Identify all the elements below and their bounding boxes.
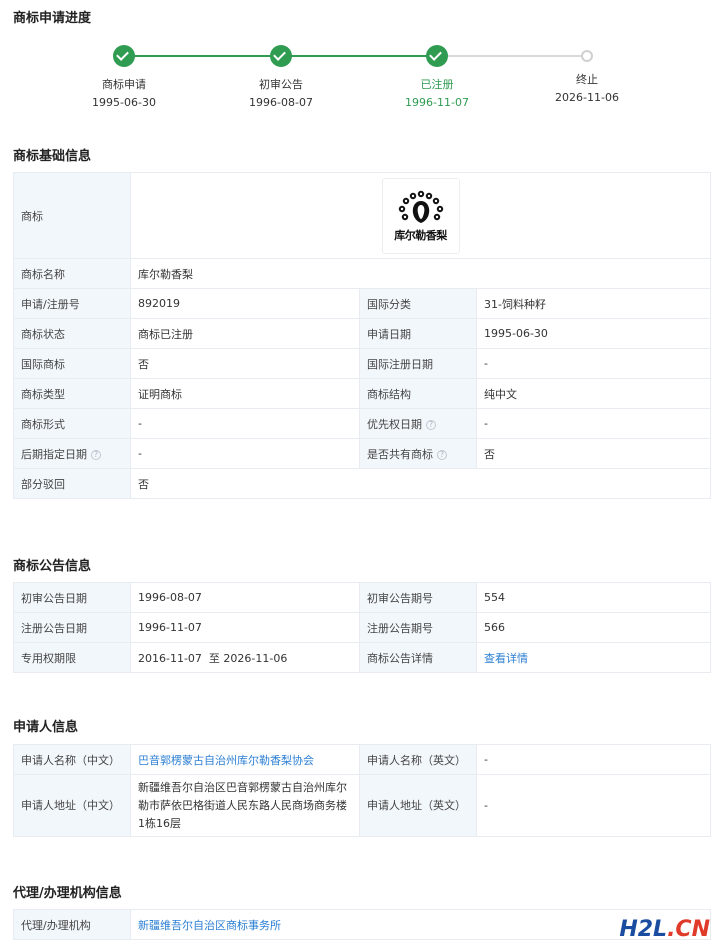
form-key: 商标形式	[13, 408, 131, 439]
notice-info-table: 初审公告日期 1996-08-07 初审公告期号 554 注册公告日期 1996…	[13, 582, 711, 673]
name-en-key: 申请人名称（英文）	[359, 744, 477, 775]
structure-value: 纯中文	[476, 378, 711, 409]
apply-date-key: 申请日期	[359, 318, 477, 349]
first-no-key: 初审公告期号	[359, 582, 477, 613]
addr-cn-key: 申请人地址（中文）	[13, 774, 131, 837]
name-key: 商标名称	[13, 258, 131, 289]
step-label: 终止	[576, 73, 598, 86]
reg-no-value: 566	[476, 612, 711, 643]
type-key: 商标类型	[13, 378, 131, 409]
step-date: 1996-11-07	[405, 96, 469, 109]
name-cn-cell: 巴音郭楞蒙古自治州库尔勒香梨协会	[130, 744, 360, 775]
logo-cell: 库尔勒香梨	[130, 172, 711, 259]
later-key-label: 后期指定日期	[21, 447, 87, 461]
apply-date-value: 1995-06-30	[476, 318, 711, 349]
status-key: 商标状态	[13, 318, 131, 349]
logo-key: 商标	[13, 172, 131, 259]
period-key: 专用权期限	[13, 642, 131, 673]
watermark-logo: H2L.CN	[619, 917, 710, 942]
pending-dot-icon	[581, 50, 593, 62]
step-application: 商标申请 1995-06-30	[54, 40, 194, 110]
name-value: 库尔勒香梨	[130, 258, 711, 289]
reg-no-value: 892019	[130, 288, 360, 319]
step-preliminary: 初审公告 1996-08-07	[211, 40, 351, 110]
intl-date-value: -	[476, 348, 711, 379]
applicant-name-link[interactable]: 巴音郭楞蒙古自治州库尔勒香梨协会	[138, 754, 314, 767]
agent-link[interactable]: 新疆维吾尔自治区商标事务所	[138, 919, 281, 932]
shared-key: 是否共有商标?	[359, 438, 477, 469]
intl-value: 否	[130, 348, 360, 379]
reg-date-value: 1996-11-07	[130, 612, 360, 643]
class-value: 31-饲料种籽	[476, 288, 711, 319]
intl-key: 国际商标	[13, 348, 131, 379]
later-key: 后期指定日期?	[13, 438, 131, 469]
progress-tracker: 商标申请 1995-06-30 初审公告 1996-08-07 已注册 1996…	[0, 40, 720, 120]
name-cn-key: 申请人名称（中文）	[13, 744, 131, 775]
check-icon	[113, 45, 135, 67]
logo-wordmark: 库尔勒香梨	[394, 228, 447, 242]
reg-no-key: 申请/注册号	[13, 288, 131, 319]
priority-key: 优先权日期?	[359, 408, 477, 439]
check-icon	[270, 45, 292, 67]
step-date: 1995-06-30	[92, 96, 156, 109]
partial-key: 部分驳回	[13, 468, 131, 499]
watermark-main: H2L	[619, 917, 668, 942]
applicant-info-title: 申请人信息	[13, 720, 79, 735]
first-date-value: 1996-08-07	[130, 582, 360, 613]
addr-en-key: 申请人地址（英文）	[359, 774, 477, 837]
basic-info-title: 商标基础信息	[13, 149, 92, 164]
trademark-logo[interactable]: 库尔勒香梨	[381, 177, 460, 254]
step-label: 商标申请	[102, 78, 146, 91]
step-date: 2026-11-06	[555, 91, 619, 104]
view-details-link[interactable]: 查看详情	[484, 652, 528, 665]
shared-key-label: 是否共有商标	[367, 447, 433, 461]
agent-info-table: 代理/办理机构 新疆维吾尔自治区商标事务所	[13, 909, 711, 940]
first-no-value: 554	[476, 582, 711, 613]
step-label: 已注册	[420, 78, 454, 91]
first-date-key: 初审公告日期	[13, 582, 131, 613]
priority-value: -	[476, 408, 711, 439]
check-icon	[426, 45, 448, 67]
name-en-value: -	[476, 744, 711, 775]
status-value: 商标已注册	[130, 318, 360, 349]
structure-key: 商标结构	[359, 378, 477, 409]
class-key: 国际分类	[359, 288, 477, 319]
peacock-logo-icon	[398, 190, 443, 223]
help-icon[interactable]: ?	[437, 449, 447, 460]
form-value: -	[130, 408, 360, 439]
agent-key: 代理/办理机构	[13, 909, 131, 940]
notice-info-title: 商标公告信息	[13, 559, 92, 574]
type-value: 证明商标	[130, 378, 360, 409]
detail-cell: 查看详情	[476, 642, 711, 673]
period-value: 2016-11-07 至 2026-11-06	[130, 642, 360, 673]
help-icon[interactable]: ?	[426, 419, 436, 430]
agent-info-title: 代理/办理机构信息	[13, 886, 122, 901]
detail-key: 商标公告详情	[359, 642, 477, 673]
later-value: -	[130, 438, 360, 469]
intl-date-key: 国际注册日期	[359, 348, 477, 379]
help-icon[interactable]: ?	[91, 449, 101, 460]
priority-key-label: 优先权日期	[367, 417, 422, 431]
basic-info-table: 商标 库尔勒香梨 商标名称 库尔勒香梨 申请/注册号 892019 国际分类 3…	[13, 172, 711, 499]
applicant-info-table: 申请人名称（中文） 巴音郭楞蒙古自治州库尔勒香梨协会 申请人名称（英文） - 申…	[13, 744, 711, 837]
watermark-suffix: .CN	[667, 917, 710, 942]
addr-en-value: -	[476, 774, 711, 837]
addr-cn-value: 新疆维吾尔自治区巴音郭楞蒙古自治州库尔勒市萨依巴格街道人民东路人民商场商务楼1栋…	[130, 774, 360, 837]
reg-date-key: 注册公告日期	[13, 612, 131, 643]
step-date: 1996-08-07	[249, 96, 313, 109]
step-registered: 已注册 1996-11-07	[367, 40, 507, 110]
shared-value: 否	[476, 438, 711, 469]
step-label: 初审公告	[259, 78, 303, 91]
step-terminated: 终止 2026-11-06	[517, 40, 657, 105]
progress-title: 商标申请进度	[13, 11, 92, 26]
partial-value: 否	[130, 468, 711, 499]
reg-no-key: 注册公告期号	[359, 612, 477, 643]
